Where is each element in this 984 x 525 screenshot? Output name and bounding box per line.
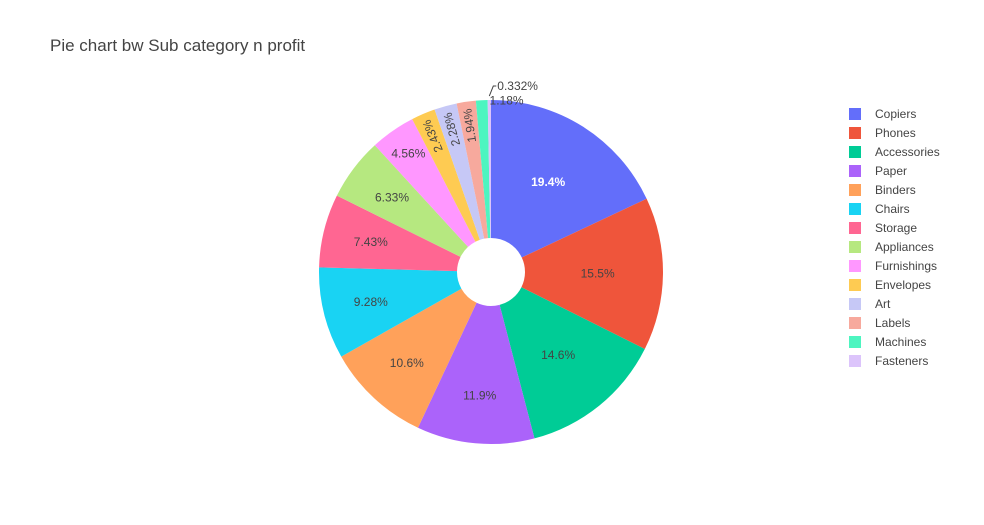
legend-item-envelopes[interactable]: Envelopes <box>849 278 931 292</box>
legend-swatch <box>849 241 861 253</box>
legend-swatch <box>849 203 861 215</box>
legend-item-phones[interactable]: Phones <box>849 126 916 140</box>
pie-chart: Pie chart bw Sub category n profit 19.4%… <box>50 36 940 444</box>
legend-label: Labels <box>875 316 910 330</box>
legend-item-copiers[interactable]: Copiers <box>849 107 916 121</box>
legend-swatch <box>849 260 861 272</box>
legend-item-binders[interactable]: Binders <box>849 183 916 197</box>
slice-label-fasteners: 0.332% <box>497 79 538 93</box>
legend-label: Paper <box>875 164 907 178</box>
legend-label: Furnishings <box>875 259 937 273</box>
slice-label-machines: 1.18% <box>490 93 524 107</box>
legend-label: Phones <box>875 126 916 140</box>
legend-label: Copiers <box>875 107 916 121</box>
slice-label-storage: 7.43% <box>354 235 388 249</box>
legend-label: Fasteners <box>875 354 928 368</box>
legend-swatch <box>849 127 861 139</box>
slice-label-appliances: 6.33% <box>375 191 409 205</box>
legend-item-furnishings[interactable]: Furnishings <box>849 259 937 273</box>
legend-item-fasteners[interactable]: Fasteners <box>849 354 928 368</box>
slice-label-furnishings: 4.56% <box>391 146 425 160</box>
slice-label-phones: 15.5% <box>581 266 615 280</box>
slice-label-accessories: 14.6% <box>541 348 575 362</box>
slice-label-paper: 11.9% <box>463 388 496 402</box>
legend-swatch <box>849 222 861 234</box>
legend-swatch <box>849 279 861 291</box>
legend-item-accessories[interactable]: Accessories <box>849 145 940 159</box>
legend-label: Appliances <box>875 240 934 254</box>
legend-item-appliances[interactable]: Appliances <box>849 240 934 254</box>
legend-label: Storage <box>875 221 917 235</box>
legend-swatch <box>849 317 861 329</box>
legend-item-chairs[interactable]: Chairs <box>849 202 910 216</box>
slice-label-chairs: 9.28% <box>354 295 388 309</box>
legend-item-art[interactable]: Art <box>849 297 891 311</box>
legend-item-storage[interactable]: Storage <box>849 221 917 235</box>
legend-item-labels[interactable]: Labels <box>849 316 910 330</box>
legend-swatch <box>849 165 861 177</box>
legend-label: Machines <box>875 335 926 349</box>
legend-swatch <box>849 146 861 158</box>
legend-swatch <box>849 355 861 367</box>
chart-title: Pie chart bw Sub category n profit <box>50 36 305 55</box>
legend-item-machines[interactable]: Machines <box>849 335 926 349</box>
legend-label: Binders <box>875 183 916 197</box>
legend-swatch <box>849 336 861 348</box>
legend-label: Envelopes <box>875 278 931 292</box>
legend[interactable]: Copiers Phones Accessories Paper Binders Chai… <box>849 107 940 368</box>
legend-swatch <box>849 298 861 310</box>
legend-swatch <box>849 184 861 196</box>
slice-label-copiers: 19.4% <box>531 175 565 189</box>
legend-label: Art <box>875 297 891 311</box>
legend-item-paper[interactable]: Paper <box>849 164 907 178</box>
legend-label: Chairs <box>875 202 910 216</box>
legend-swatch <box>849 108 861 120</box>
slice-label-binders: 10.6% <box>390 356 424 370</box>
legend-label: Accessories <box>875 145 940 159</box>
